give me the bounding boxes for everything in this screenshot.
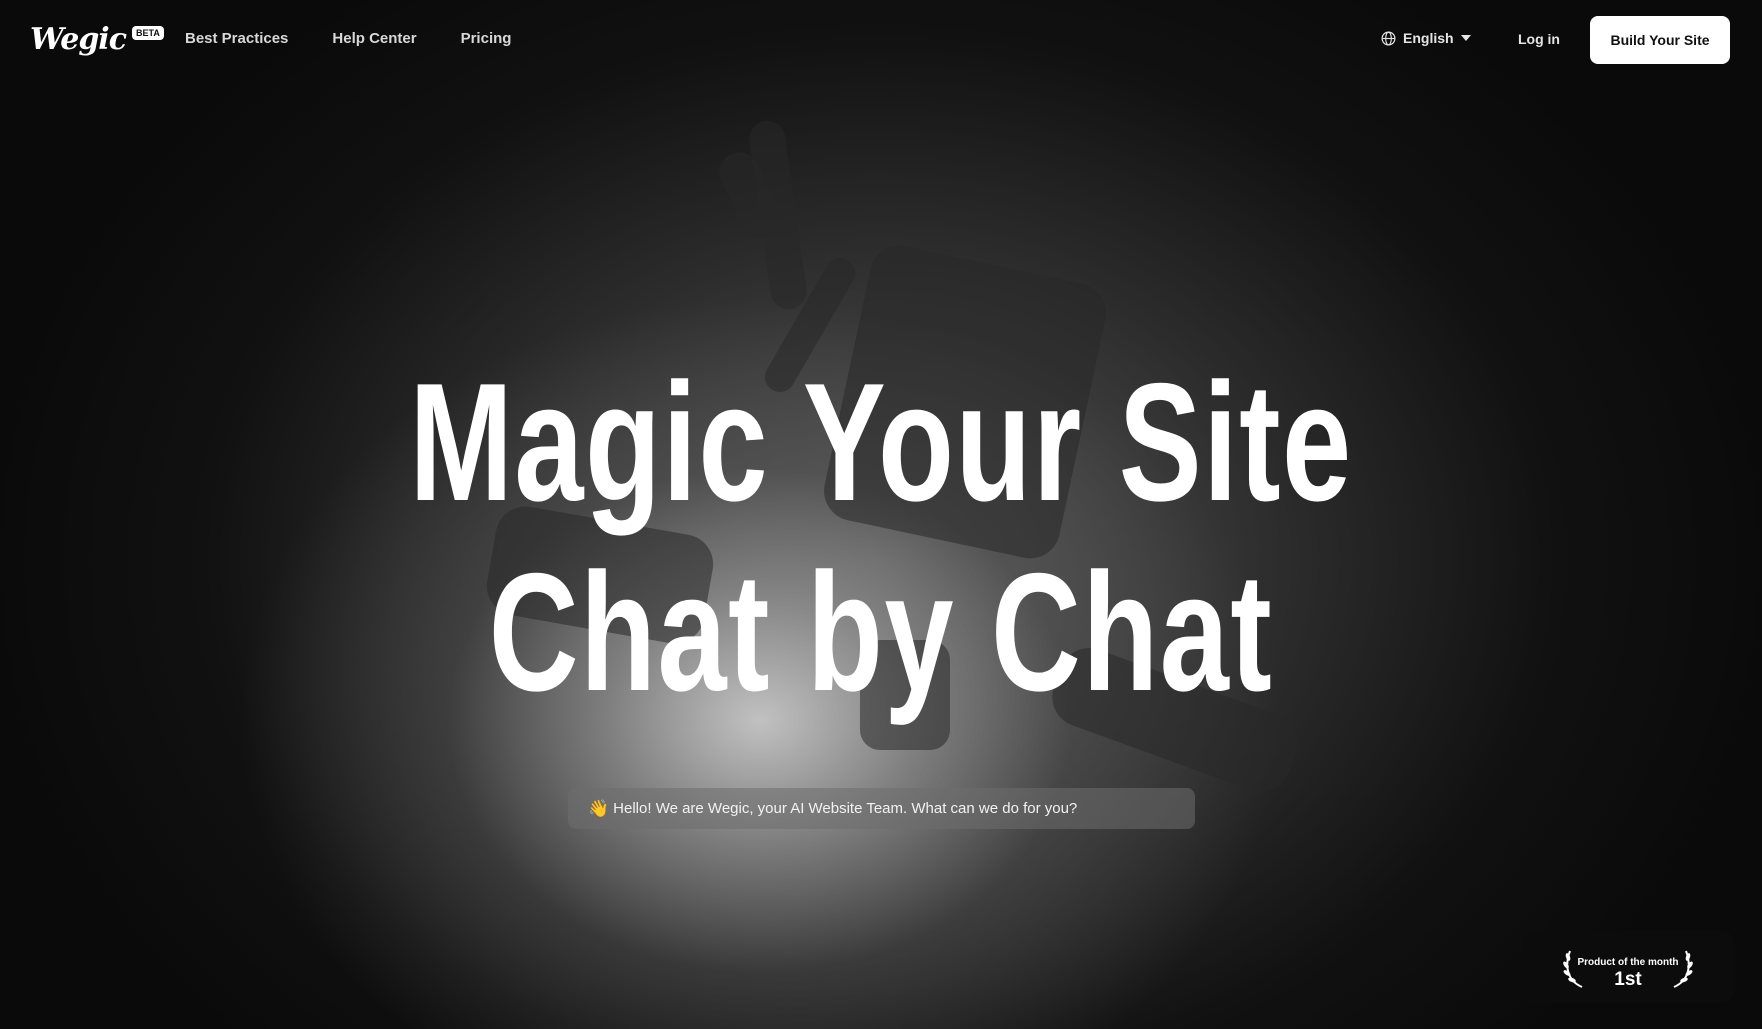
login-link[interactable]: Log in (1518, 31, 1560, 47)
chat-input[interactable]: 👋 Hello! We are Wegic, your AI Website T… (568, 788, 1195, 829)
hero-headline-line1: Magic Your Site (409, 348, 1353, 536)
award-title: Product of the month (1577, 957, 1679, 968)
nav-help-center[interactable]: Help Center (332, 30, 416, 47)
nav-pricing[interactable]: Pricing (461, 30, 512, 47)
beta-badge: BETA (131, 25, 164, 40)
language-label: English (1403, 30, 1454, 46)
build-your-site-button[interactable]: Build Your Site (1590, 16, 1730, 64)
caret-down-icon (1460, 35, 1471, 41)
wegic-logo[interactable]: Wegic BETA (30, 22, 164, 57)
language-selector[interactable]: English (1381, 30, 1471, 46)
laurel-right-icon (1673, 950, 1693, 988)
top-navigation: Wegic BETA Best Practices Help Center Pr… (0, 0, 1762, 80)
nav-best-practices[interactable]: Best Practices (185, 30, 288, 47)
product-of-month-badge[interactable]: Product of the month 1st (1522, 931, 1734, 1003)
main-nav: Best Practices Help Center Pricing (185, 30, 511, 47)
hero-headline-line2: Chat by Chat (488, 538, 1274, 726)
waving-hand-icon: 👋 (588, 798, 610, 818)
award-rank: 1st (1614, 969, 1642, 990)
globe-icon (1381, 31, 1396, 45)
logo-wordmark: Wegic (30, 22, 127, 57)
chat-message: Hello! We are Wegic, your AI Website Tea… (613, 800, 1078, 817)
